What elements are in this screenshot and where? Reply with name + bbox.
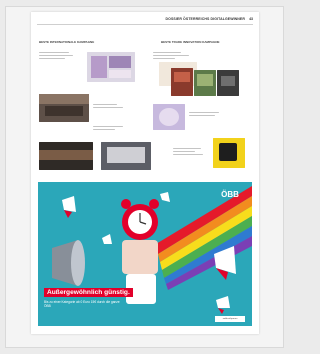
- campaign-thumbnail: [39, 142, 93, 170]
- magazine-page[interactable]: DOSSIER ÖSTERREICHS DIGITALGEWINNER 43 B…: [31, 12, 259, 334]
- campaign-thumbnail: [194, 70, 216, 96]
- section-heading-international: BESTE INTERNATIONALE KAMPAGNE: [39, 40, 95, 44]
- ad-subline: Bis zu einer Kategorie ab 0 Euro 15€ dur…: [44, 300, 120, 308]
- ad-headline: Außergewöhnlich günstig.: [44, 288, 133, 297]
- page-header: DOSSIER ÖSTERREICHS DIGITALGEWINNER 43: [37, 17, 253, 24]
- page-number: 43: [249, 17, 253, 21]
- brand-logo: ÖBB: [221, 190, 239, 199]
- campaign-thumbnail: [171, 68, 193, 96]
- section-heading-trade: BESTE TRADE INNOVATION KAMPAGNE: [161, 40, 220, 44]
- campaign-thumbnail: [39, 94, 89, 122]
- megaphone-icon: [102, 234, 112, 244]
- campaign-thumbnail: [153, 104, 185, 130]
- campaign-sticker-thumbnail: [213, 138, 245, 168]
- header-title: DOSSIER ÖSTERREICHS DIGITALGEWINNER: [165, 17, 245, 21]
- header-divider: [37, 24, 253, 25]
- advertisement[interactable]: ÖBB Außergewöhnlich günstig. Bis zu eine…: [38, 182, 252, 326]
- ad-url[interactable]: oebb.at/sparen: [215, 316, 245, 322]
- megaphone-icon: [160, 192, 170, 202]
- megaphone-icon: [52, 240, 85, 286]
- megaphone-icon: [216, 296, 230, 314]
- campaign-thumbnail: [217, 70, 239, 96]
- campaign-thumbnail: [101, 142, 151, 170]
- megaphone-icon: [62, 196, 76, 218]
- campaign-thumbnail: [87, 52, 135, 82]
